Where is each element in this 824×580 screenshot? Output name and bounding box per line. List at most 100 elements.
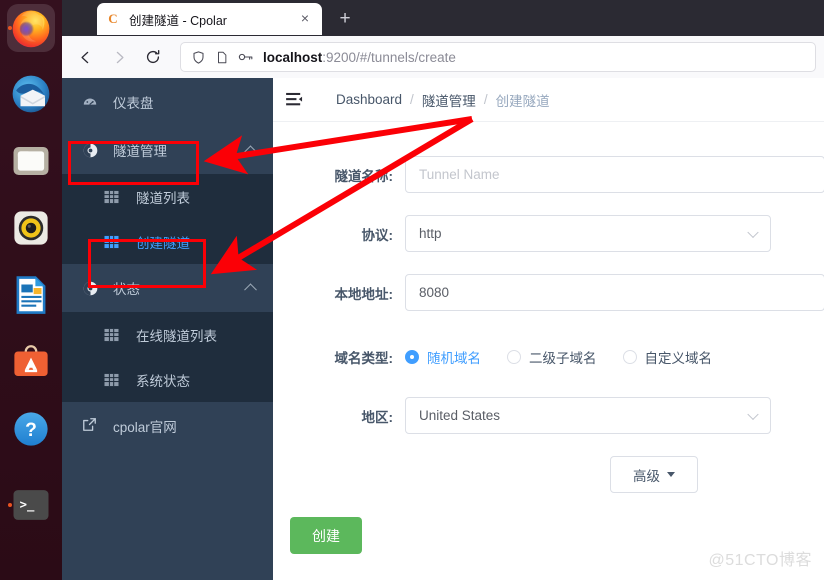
sidebar-label: 隧道管理 — [113, 144, 167, 159]
sidebar-label: 状态 — [113, 282, 140, 297]
breadcrumb-item-tunnel-management[interactable]: 隧道管理 — [422, 90, 476, 110]
dock-item-files[interactable] — [7, 137, 55, 185]
form-row-protocol: 协议: http — [273, 215, 824, 252]
radio-label: 二级子域名 — [529, 351, 597, 366]
dock-item-app-center[interactable] — [7, 338, 55, 386]
sidebar-item-cpolar-website[interactable]: cpolar官网 — [62, 402, 273, 450]
sidebar-label: 仪表盘 — [113, 96, 154, 111]
domain-type-radio-group: 随机域名 二级子域名 自定义域名 — [405, 347, 824, 367]
radio-subdomain[interactable]: 二级子域名 — [507, 347, 597, 367]
dock-item-libreoffice-impress[interactable] — [7, 271, 55, 319]
chevron-down-icon — [747, 226, 759, 238]
tunnel-name-field-wrap: Tunnel Name — [405, 156, 824, 193]
sidebar-label: 创建隧道 — [136, 235, 190, 251]
terminal-icon: >_ — [13, 490, 49, 520]
protocol-field-wrap: http — [405, 215, 824, 252]
breadcrumb-item-dashboard[interactable]: Dashboard — [336, 92, 402, 107]
sidebar-item-create-tunnel[interactable]: 创建隧道 — [62, 219, 273, 264]
sidebar-item-dashboard[interactable]: 仪表盘 — [62, 78, 273, 126]
chevron-up-icon — [244, 145, 257, 159]
url-bar[interactable]: localhost:9200/#/tunnels/create — [180, 42, 816, 72]
sidebar-label: cpolar官网 — [113, 420, 177, 435]
dock-item-terminal[interactable]: >_ — [7, 481, 55, 529]
main-content: Dashboard / 隧道管理 / 创建隧道 隧道名称: Tunnel Nam… — [273, 78, 824, 580]
back-arrow-icon — [80, 51, 88, 63]
tunnel-management-submenu: 隧道列表 创建隧道 — [62, 174, 273, 264]
create-button[interactable]: 创建 — [290, 517, 362, 554]
ubuntu-dock: ? >_ — [0, 0, 62, 580]
close-icon[interactable]: × — [296, 10, 314, 28]
advanced-button[interactable]: 高级 — [610, 456, 698, 493]
compass-icon — [82, 142, 104, 159]
compass-icon — [82, 280, 104, 297]
protocol-select[interactable]: http — [405, 215, 771, 252]
tunnel-name-label: 隧道名称: — [334, 168, 394, 184]
tunnel-name-input[interactable]: Tunnel Name — [405, 156, 824, 193]
url-host: localhost — [263, 49, 323, 65]
reload-button[interactable] — [138, 42, 168, 72]
radio-dot-icon — [507, 350, 521, 364]
sidebar-item-system-status[interactable]: 系统状态 — [62, 357, 273, 402]
advanced-button-label: 高级 — [633, 468, 660, 484]
libreoffice-impress-icon — [16, 276, 46, 314]
status-submenu: 在线隧道列表 系统状态 — [62, 312, 273, 402]
dashboard-icon — [82, 94, 104, 110]
sidebar-toggle-icon[interactable] — [286, 92, 306, 108]
new-tab-button[interactable]: + — [334, 8, 356, 30]
form-row-domain-type: 域名类型: 随机域名 二级子域名 自定义域名 — [273, 347, 824, 367]
url-path: :9200/#/tunnels/create — [322, 49, 456, 65]
url-text: localhost:9200/#/tunnels/create — [263, 50, 456, 65]
back-button[interactable] — [70, 42, 100, 72]
protocol-label: 协议: — [361, 227, 394, 243]
watermark: @51CTO博客 — [708, 552, 812, 569]
tab-title: 创建隧道 - Cpolar — [129, 13, 227, 28]
firefox-icon — [12, 10, 50, 48]
radio-dot-icon — [622, 350, 637, 364]
radio-custom-domain[interactable]: 自定义域名 — [622, 347, 713, 367]
breadcrumb-separator: / — [410, 92, 414, 107]
radio-label: 自定义域名 — [644, 351, 713, 366]
chevron-up-icon — [244, 283, 257, 297]
page-viewport: 仪表盘 隧道管理 隧道列表 创建隧道 状态 在线隧道列表 系统状态 cpolar… — [62, 78, 824, 580]
shield-icon[interactable] — [191, 50, 206, 65]
create-tunnel-form: 隧道名称: Tunnel Name 协议: http 本地地址: 8080 域名… — [273, 122, 824, 554]
svg-text:>_: >_ — [20, 498, 35, 513]
sidebar-item-tunnel-management[interactable]: 隧道管理 — [62, 126, 273, 174]
sidebar-label: 系统状态 — [136, 373, 190, 389]
sidebar-item-status[interactable]: 状态 — [62, 264, 273, 312]
app-center-icon — [14, 345, 48, 376]
firefox-window: C 创建隧道 - Cpolar × + localhost:9200/#/tun… — [62, 0, 824, 580]
browser-tab[interactable]: C 创建隧道 - Cpolar × — [97, 3, 322, 35]
radio-random-domain[interactable]: 随机域名 — [405, 347, 481, 367]
forward-button[interactable] — [104, 42, 134, 72]
domain-type-label: 域名类型: — [334, 351, 394, 366]
files-folder-icon — [13, 147, 49, 175]
sidebar-item-tunnel-list[interactable]: 隧道列表 — [62, 174, 273, 219]
local-address-label: 本地地址: — [334, 286, 394, 302]
dock-item-help[interactable]: ? — [7, 405, 55, 453]
dock-item-thunderbird[interactable] — [7, 70, 55, 118]
region-label: 地区: — [361, 409, 394, 425]
region-select[interactable]: United States — [405, 397, 771, 434]
page-info-icon[interactable] — [215, 50, 229, 65]
cpolar-favicon-icon: C — [108, 11, 118, 26]
svg-text:?: ? — [25, 420, 37, 441]
sidebar-item-online-tunnel-list[interactable]: 在线隧道列表 — [62, 312, 273, 357]
region-value: United States — [419, 408, 501, 423]
thunderbird-icon — [12, 75, 50, 113]
help-icon: ? — [14, 412, 48, 446]
key-icon[interactable] — [238, 50, 254, 64]
screen: ? >_ C 创建隧道 - Cpolar × + localhost:9200/… — [0, 0, 824, 580]
sidebar-label: 在线隧道列表 — [136, 328, 217, 344]
breadcrumb-bar: Dashboard / 隧道管理 / 创建隧道 — [273, 78, 824, 122]
dock-item-rhythmbox[interactable] — [7, 204, 55, 252]
radio-dot-icon — [405, 350, 419, 364]
local-address-input[interactable]: 8080 — [405, 274, 824, 311]
tab-strip: C 创建隧道 - Cpolar × + — [62, 0, 824, 36]
reload-icon — [146, 50, 160, 64]
dock-item-firefox[interactable] — [7, 4, 55, 52]
breadcrumb-separator: / — [483, 92, 488, 107]
external-link-icon — [82, 417, 102, 435]
caret-down-icon — [667, 472, 675, 477]
forward-arrow-icon — [116, 51, 124, 63]
